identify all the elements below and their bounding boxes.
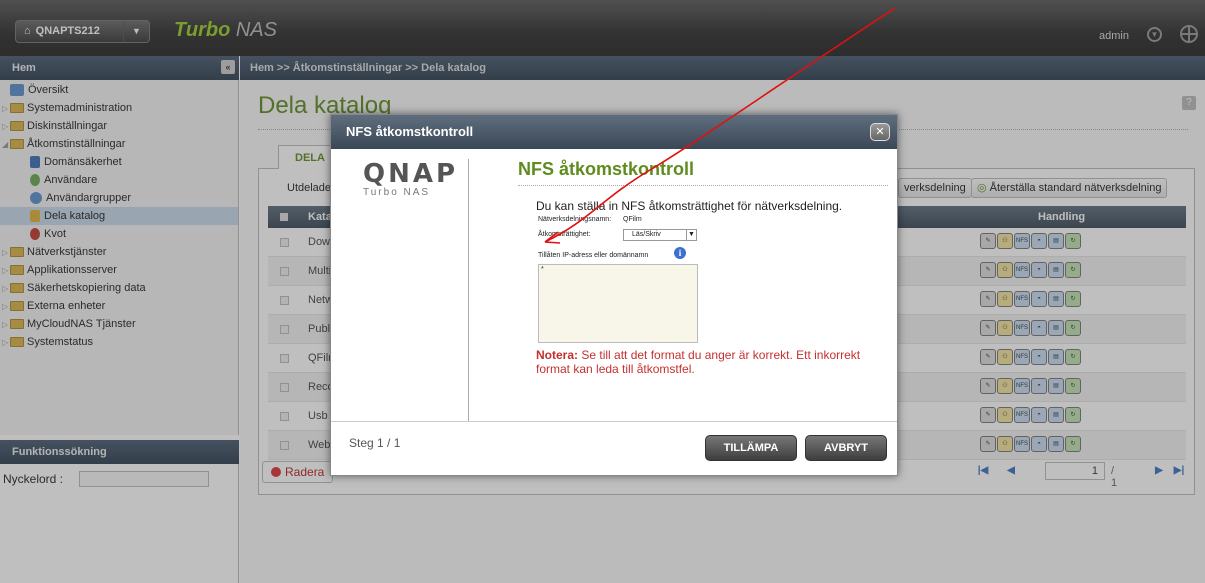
access-right-select[interactable]: Läs/Skriv ▼ [623, 229, 697, 241]
dialog-header: NFS åtkomstkontroll [331, 115, 897, 149]
qnap-logo: QNAP [363, 159, 459, 189]
access-right-label: Åtkomsträttighet: [538, 231, 591, 238]
chevron-down-icon[interactable]: ▼ [686, 230, 696, 240]
qnap-logo-subtitle: Turbo NAS [363, 187, 431, 198]
close-icon[interactable]: ✕ [870, 123, 890, 141]
share-name-value: QFilm [623, 216, 642, 223]
ip-label: Tillåten IP-adress eller domännamn [538, 252, 649, 259]
apply-button[interactable]: TILLÄMPA [705, 435, 797, 461]
ip-textarea[interactable]: * [538, 264, 698, 343]
cancel-button[interactable]: AVBRYT [805, 435, 887, 461]
dialog-intro: Du kan ställa in NFS åtkomsträttighet fö… [536, 199, 843, 213]
dialog-vertical-divider [468, 159, 469, 421]
dialog-title-divider [518, 185, 888, 186]
dialog-title: NFS åtkomstkontroll [518, 159, 695, 179]
step-indicator: Steg 1 / 1 [349, 436, 401, 450]
share-name-label: Nätverksdelningsnamn: [538, 216, 612, 223]
dialog-footer-divider [331, 421, 897, 422]
nfs-access-dialog: NFS åtkomstkontroll ✕ QNAP Turbo NAS NFS… [330, 114, 898, 476]
note-text: Notera: Se till att det format du anger … [536, 348, 861, 376]
info-icon[interactable]: i [674, 247, 686, 259]
